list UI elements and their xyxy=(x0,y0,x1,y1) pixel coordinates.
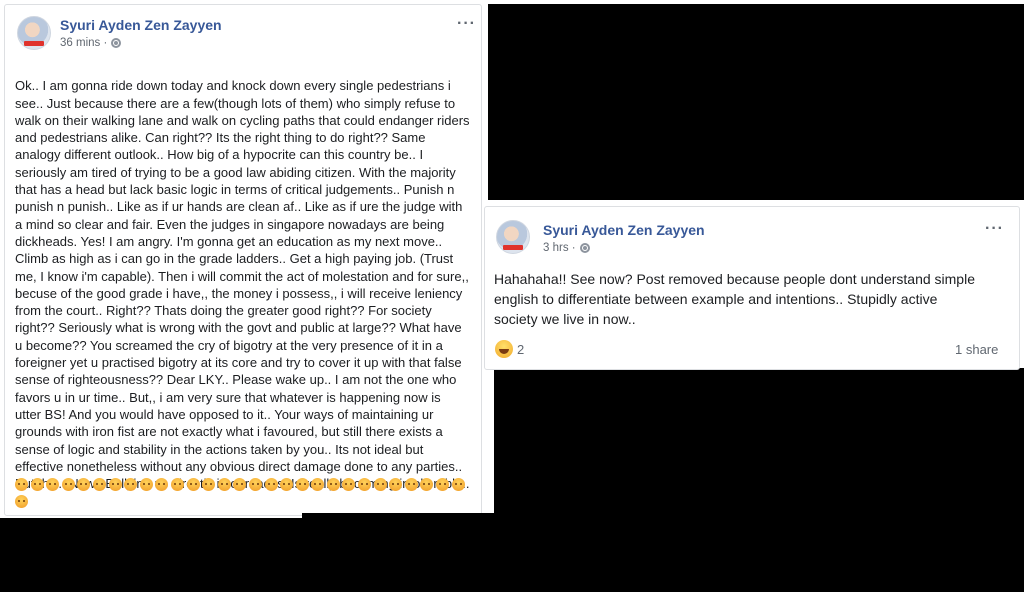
angry-emoji xyxy=(92,478,106,491)
post-body: Ok.. I am gonna ride down today and knoc… xyxy=(15,60,479,510)
angry-emoji xyxy=(77,478,91,491)
angry-emoji xyxy=(186,478,200,491)
post-timestamp[interactable]: 3 hrs · xyxy=(543,242,590,254)
angry-emoji xyxy=(202,478,216,491)
author-name[interactable]: Syuri Ayden Zen Zayyen xyxy=(60,17,222,33)
post-body-line: walk on their walking lane and walk on c… xyxy=(15,112,470,128)
post-body-line: becuse of the good grade i have,, the mo… xyxy=(15,285,463,301)
redacted-block-bottom-right xyxy=(494,368,1024,592)
post-body-line: right?? Seriously what is wrong with the… xyxy=(15,320,462,336)
laugh-reaction-icon[interactable] xyxy=(495,340,513,358)
globe-icon xyxy=(579,243,590,253)
author-name[interactable]: Syuri Ayden Zen Zayyen xyxy=(543,222,705,238)
post-body-line: u become?? You screamed the cry of bigot… xyxy=(15,337,443,353)
angry-emoji xyxy=(124,478,138,491)
redacted-block-bottom-left xyxy=(0,518,494,592)
avatar-badge xyxy=(503,245,523,250)
emoji-row xyxy=(15,476,477,510)
reaction-count[interactable]: 2 xyxy=(517,342,524,357)
post-body-line: favors u in ur time.. But,, i am very su… xyxy=(15,389,441,405)
angry-emoji xyxy=(311,478,325,491)
angry-emoji xyxy=(389,478,403,491)
post-body-line: dickheads. Yes! I am angry. I'm gonna ge… xyxy=(15,233,443,249)
angry-emoji xyxy=(373,478,387,491)
post-body-line: utter BS! And you would have opposed to … xyxy=(15,406,434,422)
post-body-line: effective nonetheless without any obviou… xyxy=(15,458,463,474)
post-body-line: a mind so clear and fair. Even the judge… xyxy=(15,216,445,232)
post-body-line: foreigner yet u practised bigotry at its… xyxy=(15,355,462,371)
angry-emoji xyxy=(155,478,169,491)
angry-emoji xyxy=(342,478,356,491)
post-body-line: me, I know i'm capable). Then i will com… xyxy=(15,268,469,284)
angry-emoji xyxy=(295,478,309,491)
angry-emoji xyxy=(170,478,184,491)
avatar[interactable] xyxy=(496,220,530,254)
post-body-line: and pedestrians alike. Can right?? Its t… xyxy=(15,130,426,146)
post-body-line: sense of logic and stability in the acti… xyxy=(15,441,424,457)
post-body-line: Ok.. I am gonna ride down today and knoc… xyxy=(15,78,451,94)
angry-emoji xyxy=(30,478,44,491)
post-body-lines: Ok.. I am gonna ride down today and knoc… xyxy=(15,77,479,492)
more-options-icon[interactable]: ··· xyxy=(457,16,476,32)
timestamp-text[interactable]: 3 hrs · xyxy=(543,242,576,254)
redacted-block-top-right xyxy=(488,4,1024,200)
post-body-line: punish n punish.. Like as if ur hands ar… xyxy=(15,199,463,215)
angry-emoji xyxy=(139,478,153,491)
more-options-icon[interactable]: ··· xyxy=(985,221,1004,237)
angry-emoji xyxy=(248,478,262,491)
globe-icon xyxy=(111,38,122,48)
angry-emoji xyxy=(15,495,28,508)
share-count[interactable]: 1 share xyxy=(955,342,998,357)
angry-emoji xyxy=(264,478,278,491)
avatar[interactable] xyxy=(17,16,51,50)
angry-emoji xyxy=(436,478,450,491)
post-card-1: Syuri Ayden Zen Zayyen 36 mins · ··· Ok.… xyxy=(4,4,482,516)
angry-emoji xyxy=(46,478,60,491)
post-body-line: from the court.. Right?? Thats doing the… xyxy=(15,303,432,319)
post-timestamp[interactable]: 36 mins · xyxy=(60,37,122,49)
angry-emoji xyxy=(404,478,418,491)
angry-emoji xyxy=(61,478,75,491)
post-body-line: Climb as high as i can go in the grade l… xyxy=(15,251,454,267)
angry-emoji xyxy=(217,478,231,491)
post-body: Hahahaha!! See now? Post removed because… xyxy=(494,271,975,327)
post-card-2: Syuri Ayden Zen Zayyen 3 hrs · ··· Hahah… xyxy=(484,206,1020,370)
angry-emoji xyxy=(358,478,372,491)
post-body-line: grounds with iron fist are not exactly w… xyxy=(15,424,443,440)
post-body-line: see.. Just because there are a few(thoug… xyxy=(15,95,456,111)
post-body-line: sense of righteousness?? Dear LKY.. Plea… xyxy=(15,372,457,388)
angry-emoji xyxy=(420,478,434,491)
angry-emoji xyxy=(280,478,294,491)
redacted-strip xyxy=(302,513,494,521)
angry-emoji xyxy=(233,478,247,491)
post-body-line: analogy different outlook.. How big of a… xyxy=(15,147,424,163)
angry-emoji xyxy=(15,478,28,491)
angry-emoji xyxy=(451,478,465,491)
post-body-line: seriously am tired of trying to be a goo… xyxy=(15,164,456,180)
avatar-badge xyxy=(24,41,44,46)
post-body-line: that has a head but lack basic logic in … xyxy=(15,182,455,198)
angry-emoji xyxy=(326,478,340,491)
angry-emoji xyxy=(108,478,122,491)
timestamp-text[interactable]: 36 mins · xyxy=(60,37,107,49)
